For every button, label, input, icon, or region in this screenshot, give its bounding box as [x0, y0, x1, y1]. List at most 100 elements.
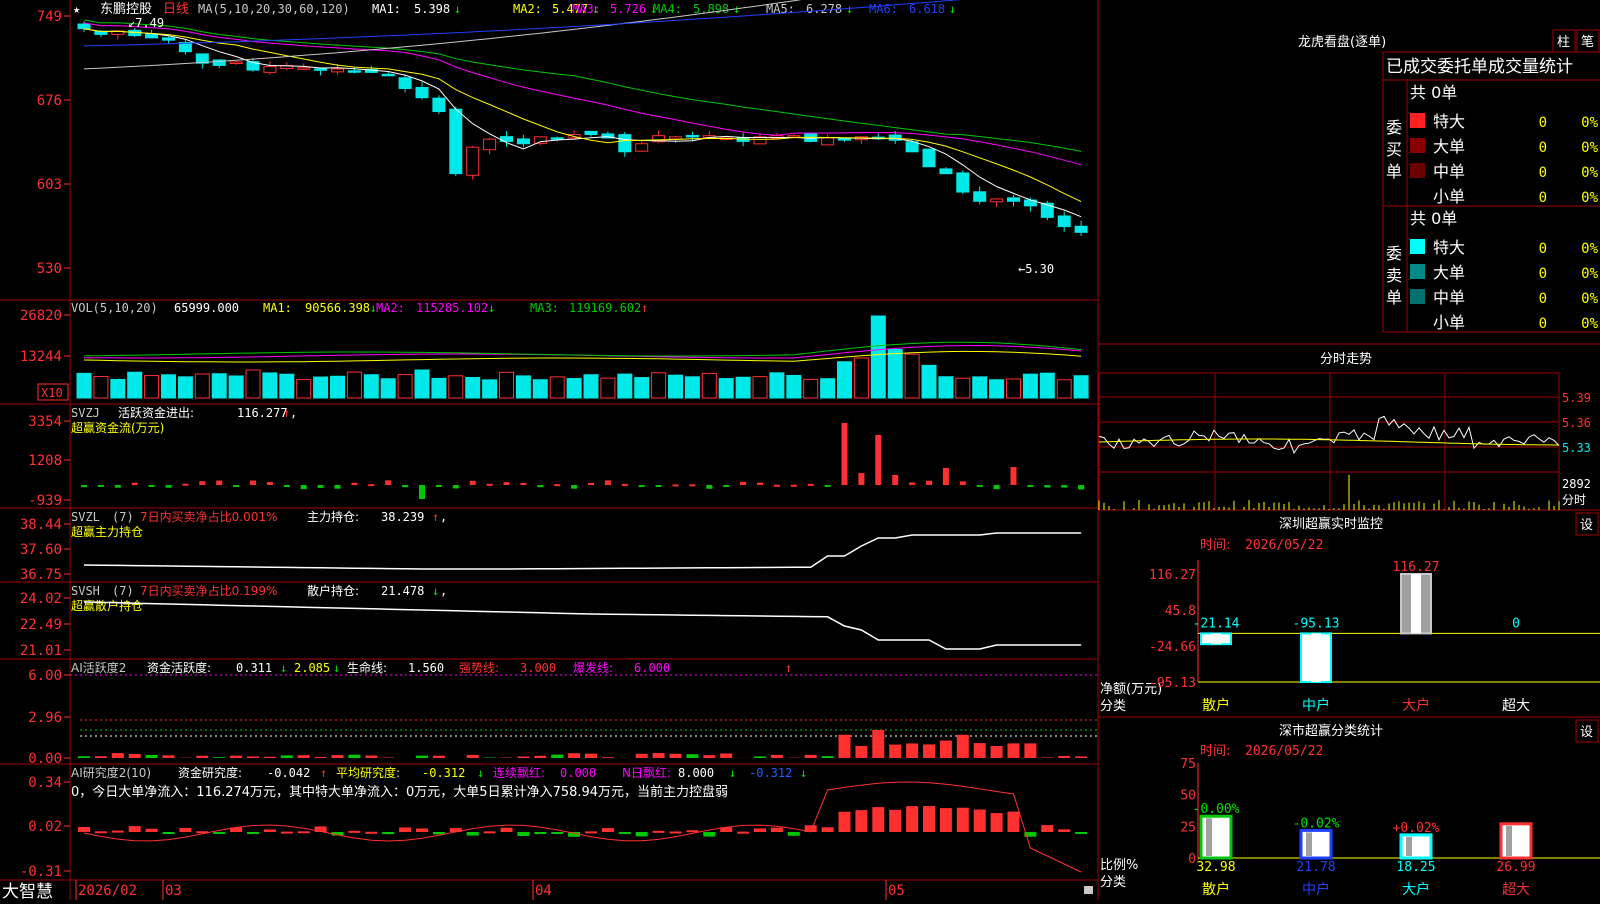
svg-text:0，今日大单净流入：116.274万元，其中特大单净流入：0: 0，今日大单净流入：116.274万元，其中特大单净流入：0万元，大单5日累计净… — [71, 784, 728, 800]
ai2-yaxis-tick-label: -0.31 — [20, 864, 62, 880]
monitor-category-label: 超大 — [1502, 698, 1530, 714]
activity-bar — [1075, 756, 1087, 758]
svsh-header: SVSH (7) 7日内买卖净占比0.199% 散户持仓: 21.478 ↓ ,… — [71, 583, 447, 613]
fund-flow-bar — [723, 485, 729, 487]
intraday-avg-line — [1099, 439, 1559, 445]
fund-flow-bar — [673, 484, 679, 486]
activity-bar — [163, 755, 175, 758]
fund-flow-bar — [994, 485, 1000, 489]
volume-bar — [1007, 379, 1021, 398]
monitor-time: 2026/05/22 — [1245, 538, 1323, 553]
candle-body — [517, 139, 529, 144]
research-bar — [467, 832, 479, 836]
candle-body — [636, 144, 648, 151]
svzl-yaxis: 38.4437.6036.75 — [20, 517, 70, 583]
stock-name[interactable]: 东鹏控股 — [100, 2, 152, 17]
volume-bar — [212, 374, 226, 398]
candle-body — [686, 135, 698, 137]
buy-row-count: 0 — [1539, 115, 1547, 131]
sell-row-pct: 0% — [1581, 291, 1598, 307]
candle-body — [450, 109, 462, 173]
tick-toggle-label: 笔 — [1581, 34, 1594, 50]
fund-flow-bar — [774, 485, 780, 487]
ma2-label: MA2: — [513, 2, 542, 16]
classify-tick-label: 75 — [1180, 757, 1196, 772]
intraday-tick-label: 5.36 — [1562, 416, 1591, 430]
kline-yaxis-tick-label: 530 — [37, 261, 62, 277]
volume-bar — [94, 376, 108, 398]
fund-flow-bar — [98, 485, 104, 487]
research-bar — [923, 806, 935, 832]
svzl-yaxis-tick-label: 38.44 — [20, 517, 62, 533]
vol-ma2-arrow: ↓ — [488, 301, 495, 315]
time-axis-label: 2026/02 — [78, 883, 137, 899]
volume-bar — [702, 373, 716, 398]
buy-label-char: 买 — [1386, 140, 1402, 159]
volume-bar — [905, 354, 919, 398]
research-bar — [703, 832, 715, 837]
sell-label-char: 卖 — [1386, 266, 1402, 285]
sell-swatch — [1410, 239, 1425, 254]
activity-bar — [822, 756, 834, 758]
volume-bar — [770, 373, 784, 398]
intraday-tick-label: 5.39 — [1562, 391, 1591, 405]
classify-ylabel: 比例% — [1100, 858, 1138, 873]
sell-row-count: 0 — [1539, 316, 1547, 332]
sell-row-name: 小单 — [1433, 313, 1465, 332]
research-bar — [1075, 832, 1087, 834]
kline-yaxis: 749676603530 — [37, 9, 70, 277]
ma1-arrow: ↓ — [454, 2, 461, 16]
activity-bar — [264, 757, 276, 758]
svzl-header: SVZL (7) 7日内买卖净占比0.001% 主力持仓: 38.239 ↑ ,… — [71, 509, 447, 539]
fund-flow-bar — [166, 485, 172, 488]
svg-text:(7): (7) — [112, 510, 134, 524]
fund-flow-bar — [1078, 485, 1084, 489]
kline-header: ★ 东鹏控股 日线 MA(5,10,20,30,60,120) MA1:5.39… — [73, 2, 956, 17]
svg-text:-0.312: -0.312 — [422, 766, 465, 780]
intraday-title: 分时走势 — [1320, 351, 1372, 367]
monitor-time-label: 时间: — [1200, 538, 1230, 553]
ai1-yaxis-tick-label: 0.00 — [28, 751, 62, 767]
candle-body — [264, 67, 276, 73]
fund-flow-bar — [842, 423, 848, 485]
candle-body — [399, 78, 411, 89]
volume-bar — [871, 316, 885, 398]
activity-bar — [551, 755, 563, 758]
kline-plot — [78, 0, 1087, 236]
buy-label-char: 单 — [1386, 162, 1402, 181]
vol-ma1-label: MA1: — [263, 301, 292, 315]
sell-row-pct: 0% — [1581, 316, 1598, 332]
volume-bar — [145, 376, 159, 398]
fund-flow-bar — [81, 485, 87, 487]
volume-bar — [685, 377, 699, 398]
vol-ma3-line — [84, 342, 1081, 356]
ai1-yaxis-tick-label: 6.00 — [28, 668, 62, 684]
period-label[interactable]: 日线 — [163, 2, 189, 17]
classify-category-label: 中户 — [1302, 881, 1330, 898]
buy-row-pct: 0% — [1581, 115, 1598, 131]
activity-bar — [855, 746, 867, 758]
volume-bar — [753, 377, 767, 398]
buy-swatch — [1410, 138, 1425, 153]
svg-text:65999.000: 65999.000 — [174, 301, 239, 315]
fund-flow-bar — [267, 482, 273, 485]
candle-body — [839, 139, 851, 141]
monitor-category-label: 散户 — [1202, 697, 1230, 714]
volume-bar — [652, 373, 666, 398]
volume-bar — [500, 372, 514, 398]
svg-text:↑: ↑ — [432, 510, 439, 524]
classify-tick-label: 25 — [1180, 820, 1196, 835]
volume-bar — [1074, 376, 1088, 398]
buy-row-name: 大单 — [1433, 137, 1465, 156]
fund-flow-bar — [571, 485, 577, 489]
time-axis-label: 05 — [888, 883, 905, 899]
sell-swatch — [1410, 289, 1425, 304]
research-bar — [382, 832, 394, 834]
buy-row-name: 中单 — [1433, 162, 1465, 181]
svzl-plot — [84, 533, 1081, 569]
fund-flow-bar — [943, 468, 949, 485]
svg-text:强势线:: 强势线: — [459, 661, 499, 675]
svzj-yaxis-tick-label: 3354 — [28, 414, 62, 430]
candle-body — [230, 62, 242, 64]
buy-row-count: 0 — [1539, 140, 1547, 156]
